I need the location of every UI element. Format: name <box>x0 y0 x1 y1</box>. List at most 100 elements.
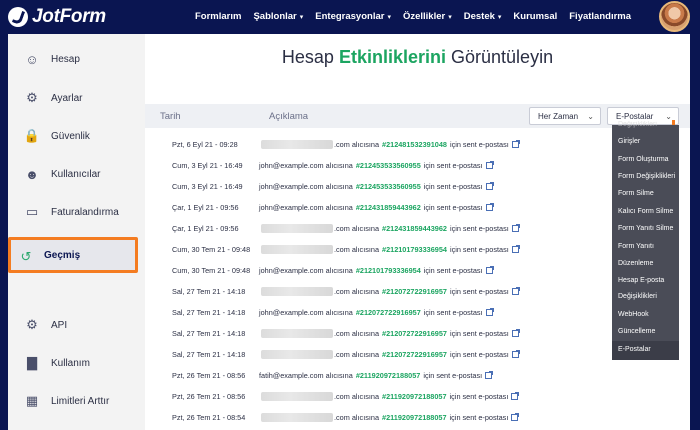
dropdown-option[interactable]: Form Oluşturma <box>618 156 669 163</box>
external-link-icon[interactable] <box>511 224 520 232</box>
external-link-icon[interactable] <box>511 392 520 400</box>
row-date: Pzt, 26 Tem 21 - 08:54 <box>172 413 246 422</box>
main-nav: Formlarım Şablonlar ▾ Entegrasyonlar ▾ Özelli… <box>195 11 643 22</box>
nav-item-label: Şablonlar <box>253 11 297 22</box>
form-id-link[interactable]: #211920972188057 <box>382 413 447 422</box>
dropdown-option[interactable]: Form Yanıtı Silme <box>618 225 673 232</box>
sidebar-item-label: API <box>51 319 68 331</box>
external-link-icon[interactable] <box>485 203 494 211</box>
dropdown-option[interactable]: Form Silme <box>618 190 654 197</box>
row-description: john@example.com alıcısına #2120727229169… <box>259 308 494 317</box>
dropdown-option[interactable]: Form Değişiklikleri <box>618 173 675 180</box>
gear-icon: ⚙ <box>26 90 38 105</box>
nav-item-0[interactable]: Formlarım <box>195 11 241 22</box>
form-id-link[interactable]: #212072722916957 <box>382 350 447 359</box>
external-link-icon[interactable] <box>485 161 494 169</box>
external-link-icon[interactable] <box>485 371 494 379</box>
form-id-link[interactable]: #212453533560955 <box>356 161 421 170</box>
row-post: için sent e-postası <box>449 140 509 149</box>
time-filter-select[interactable]: Her Zaman ⌄ <box>529 107 601 125</box>
jotform-logo[interactable]: JotForm <box>8 6 106 28</box>
nav-item-5[interactable]: Kurumsal <box>513 11 557 22</box>
form-id-link[interactable]: #212431859443962 <box>382 224 447 233</box>
nav-item-6[interactable]: Fiyatlandırma <box>569 11 631 22</box>
caret-down-icon: ▾ <box>497 13 502 21</box>
column-description: Açıklama <box>269 111 309 122</box>
sidebar-item-9[interactable]: ▦ Limitleri Arttır <box>8 382 145 420</box>
external-link-icon[interactable] <box>485 308 494 316</box>
row-description: john@example.com alıcısına #2124535335609… <box>259 182 494 191</box>
caret-down-icon: ▾ <box>448 13 452 21</box>
nav-item-label: Destek <box>463 11 495 22</box>
row-pre: alıcısına <box>325 161 353 170</box>
external-link-icon[interactable] <box>485 182 494 190</box>
form-id-link[interactable]: #211920972188057 <box>382 392 447 401</box>
building-icon: ▦ <box>25 393 39 408</box>
row-post: için sent e-postası <box>449 392 509 401</box>
nav-item-3[interactable]: Özellikler ▾ <box>403 11 452 22</box>
dropdown-option[interactable]: Kalıcı Form Silme <box>618 208 673 215</box>
column-date: Tarih <box>160 111 181 122</box>
dropdown-option[interactable]: Değişiklikleri <box>618 293 657 300</box>
dropdown-option[interactable]: E-Postalar <box>618 346 651 353</box>
row-pre: .com alıcısına <box>334 413 380 422</box>
row-post: için sent e-postası <box>449 287 509 296</box>
row-email: john@example.com <box>259 182 324 191</box>
dropdown-option[interactable]: WebHook <box>618 311 649 318</box>
form-id-link[interactable]: #211920972188057 <box>356 371 421 380</box>
sidebar-item-0[interactable]: ☺ Hesap <box>8 40 145 78</box>
sidebar-item-2[interactable]: 🔒 Güvenlik <box>8 117 145 155</box>
table-row: Çar, 1 Eyl 21 - 09:56 john@example.com al… <box>145 197 690 218</box>
row-pre: .com alıcısına <box>334 245 380 254</box>
external-link-icon[interactable] <box>511 329 520 337</box>
row-date: Cum, 30 Tem 21 - 09:48 <box>172 266 251 275</box>
sidebar-item-4[interactable]: ▭ Faturalandırma <box>8 193 145 231</box>
form-id-link[interactable]: #212481532391048 <box>382 140 447 149</box>
sidebar-item-label: Güvenlik <box>51 130 90 142</box>
sidebar-item-1[interactable]: ⚙ Ayarlar <box>8 79 145 117</box>
nav-item-1[interactable]: Şablonlar ▾ <box>253 11 303 22</box>
external-link-icon[interactable] <box>511 350 520 358</box>
dropdown-option[interactable]: Güncelleme <box>618 328 655 335</box>
form-id-link[interactable]: #212072722916957 <box>382 329 447 338</box>
external-link-icon[interactable] <box>511 413 520 421</box>
table-row: Çar, 1 Eyl 21 - 09:56 .com alıcısına #2124… <box>145 218 690 239</box>
external-link-icon[interactable] <box>511 245 520 253</box>
sidebar-item-8[interactable]: ▇ Kullanım <box>8 344 145 382</box>
sidebar-item-active[interactable]: ↺ Geçmiş <box>8 237 138 273</box>
avatar[interactable] <box>659 1 690 32</box>
nav-item-label: Entegrasyonlar <box>315 11 385 22</box>
nav-item-label: Özellikler <box>402 11 446 22</box>
external-link-icon[interactable] <box>511 140 520 148</box>
nav-item-2[interactable]: Entegrasyonlar ▾ <box>315 11 391 22</box>
row-date: Çar, 1 Eyl 21 - 09:56 <box>172 203 239 212</box>
dropdown-option[interactable]: Düzenleme <box>618 260 653 267</box>
dropdown-option[interactable]: Değişiklikleri <box>618 121 657 128</box>
sidebar-item-3[interactable]: ☻ Kullanıcılar <box>8 155 145 193</box>
row-description: .com alıcısına #212481532391048 için sent … <box>261 140 520 149</box>
type-filter-value: E-Postalar <box>616 111 654 121</box>
form-id-link[interactable]: #212453533560955 <box>356 182 421 191</box>
dropdown-option[interactable]: Form Yanıtı <box>618 243 654 250</box>
form-id-link[interactable]: #212101793336954 <box>356 266 421 275</box>
table-row: Cum, 3 Eyl 21 - 16:49 john@example.com al… <box>145 155 690 176</box>
row-pre: .com alıcısına <box>334 392 380 401</box>
form-id-link[interactable]: #212072722916957 <box>356 308 421 317</box>
row-date: Cum, 30 Tem 21 - 09:48 <box>172 245 251 254</box>
nav-item-4[interactable]: Destek ▾ <box>464 11 502 22</box>
external-link-icon[interactable] <box>485 266 494 274</box>
sidebar-item-label: Kullanım <box>51 357 90 369</box>
dropdown-option[interactable]: Girişler <box>618 138 640 145</box>
row-pre: .com alıcısına <box>334 287 380 296</box>
row-post: için sent e-postası <box>449 224 509 233</box>
sidebar-item-label: Limitleri Arttır <box>51 395 110 407</box>
sidebar-item-7[interactable]: ⚙ API <box>8 306 145 344</box>
external-link-icon[interactable] <box>511 287 520 295</box>
row-date: Cum, 3 Eyl 21 - 16:49 <box>172 161 243 170</box>
row-post: için sent e-postası <box>449 350 509 359</box>
form-id-link[interactable]: #212431859443962 <box>356 203 421 212</box>
form-id-link[interactable]: #212101793336954 <box>382 245 447 254</box>
sidebar-item-label: Hesap <box>51 53 80 65</box>
form-id-link[interactable]: #212072722916957 <box>382 287 447 296</box>
dropdown-option[interactable]: Hesap E-posta <box>618 277 664 284</box>
